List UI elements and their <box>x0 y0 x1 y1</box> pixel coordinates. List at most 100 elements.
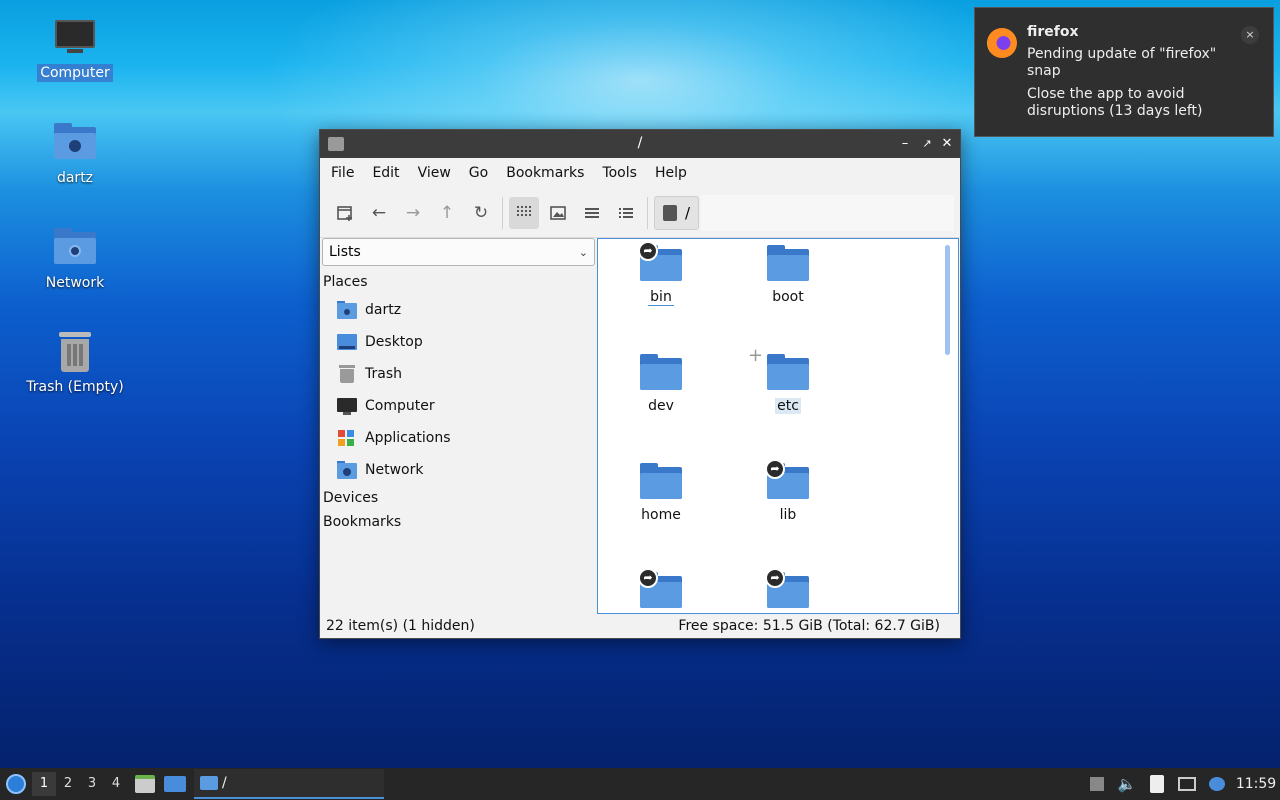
workspace-3[interactable]: 3 <box>80 772 104 796</box>
menu-view[interactable]: View <box>410 165 459 181</box>
workspace-2[interactable]: 2 <box>56 772 80 796</box>
lubuntu-logo-icon <box>6 774 26 794</box>
free-space: Free space: 51.5 GiB (Total: 62.7 GiB) <box>678 618 940 634</box>
menu-edit[interactable]: Edit <box>364 165 407 181</box>
show-desktop-icon <box>164 776 186 792</box>
detailed-list-view-button[interactable] <box>611 197 641 229</box>
desktop-icon-computer[interactable]: Computer <box>20 18 130 82</box>
arrow-up-icon: ↑ <box>439 202 455 223</box>
tray-up-arrow-button[interactable] <box>1082 771 1112 797</box>
sidebar-item-trash[interactable]: Trash <box>321 358 595 390</box>
minimize-button[interactable]: – <box>896 135 914 153</box>
file-manager-icon <box>135 775 155 793</box>
sidebar-item-applications[interactable]: Applications <box>321 422 595 454</box>
symlink-folder-icon: ➦ <box>765 459 809 499</box>
thumbnail-view-button[interactable] <box>543 197 573 229</box>
chevron-down-icon: ⌄ <box>578 245 588 259</box>
file-item-partial[interactable]: ➦ <box>606 568 716 608</box>
volume-button[interactable]: 🔈 <box>1112 771 1142 797</box>
sidebar-item-desktop[interactable]: Desktop <box>321 326 595 358</box>
network-wired-icon <box>1178 777 1196 791</box>
notification-summary: Pending update of "firefox" snap <box>1027 46 1217 79</box>
trash-icon <box>337 365 357 383</box>
up-button[interactable]: ↑ <box>432 197 462 229</box>
sidebar-item-network[interactable]: Network <box>321 454 595 486</box>
file-icon-view[interactable]: ➦ bin boot dev etc + home ➦ lib ➦ ➦ <box>597 238 959 614</box>
file-item-lib[interactable]: ➦ lib <box>733 459 843 523</box>
reload-icon: ↻ <box>473 202 489 223</box>
path-root-button[interactable]: / <box>654 195 700 230</box>
file-name: bin <box>648 289 674 306</box>
file-item-home[interactable]: home <box>606 463 716 523</box>
workspace-1[interactable]: 1 <box>32 772 56 796</box>
file-item-boot[interactable]: boot <box>733 245 843 305</box>
desktop-icon-dartz[interactable]: dartz <box>20 123 130 187</box>
item-count: 22 item(s) (1 hidden) <box>326 618 475 634</box>
desktop-icon-label: Computer <box>37 64 113 82</box>
icon-view-button[interactable] <box>509 196 539 229</box>
desktop-icon <box>337 333 357 351</box>
desktop-icon-label: dartz <box>56 170 94 186</box>
file-item-bin[interactable]: ➦ bin <box>606 241 716 306</box>
status-bar: 22 item(s) (1 hidden) Free space: 51.5 G… <box>320 614 960 638</box>
side-pane: Lists ⌄ Places dartz Desktop Trash Compu… <box>321 238 595 614</box>
file-item-dev[interactable]: dev <box>606 354 716 414</box>
menu-bar: File Edit View Go Bookmarks Tools Help <box>320 158 960 188</box>
reload-button[interactable]: ↻ <box>466 197 496 229</box>
file-manager-window: / – ↗ ✕ File Edit View Go Bookmarks Tool… <box>319 129 961 639</box>
trash-icon <box>53 332 97 374</box>
system-tray: 🔈 11:59 <box>1082 771 1280 797</box>
clock[interactable]: 11:59 <box>1232 776 1280 792</box>
toolbar: ← → ↑ ↻ / <box>320 188 960 238</box>
menu-help[interactable]: Help <box>647 165 695 181</box>
update-notifier-button[interactable] <box>1202 771 1232 797</box>
file-name: home <box>641 507 681 523</box>
bookmarks-header[interactable]: Bookmarks <box>321 510 595 534</box>
menu-file[interactable]: File <box>323 165 362 181</box>
network-folder-icon <box>337 461 357 479</box>
image-view-icon <box>550 205 566 220</box>
back-button[interactable]: ← <box>364 197 394 229</box>
new-tab-button[interactable] <box>330 197 360 229</box>
file-item-partial[interactable]: ➦ <box>733 568 843 608</box>
close-button[interactable]: ✕ <box>938 135 956 153</box>
menu-bookmarks[interactable]: Bookmarks <box>498 165 592 181</box>
start-menu-button[interactable] <box>0 768 32 800</box>
workspace-4[interactable]: 4 <box>104 772 128 796</box>
title-bar[interactable]: / – ↗ ✕ <box>320 130 960 158</box>
desktop-icon-trash[interactable]: Trash (Empty) <box>20 332 130 396</box>
sidebar-item-dartz[interactable]: dartz <box>321 294 595 326</box>
clipboard-icon <box>1150 775 1164 793</box>
firefox-icon <box>987 28 1017 58</box>
volume-icon: 🔈 <box>1117 775 1137 793</box>
side-pane-mode-select[interactable]: Lists ⌄ <box>322 238 595 266</box>
devices-header[interactable]: Devices <box>321 486 595 510</box>
notification-close-button[interactable]: × <box>1241 26 1259 44</box>
new-tab-icon <box>337 205 352 221</box>
menu-tools[interactable]: Tools <box>594 165 645 181</box>
forward-button[interactable]: → <box>398 197 428 229</box>
notification-popup[interactable]: firefox Pending update of "firefox" snap… <box>974 7 1274 137</box>
sidebar-item-label: Desktop <box>365 334 423 350</box>
compact-view-button[interactable] <box>577 197 607 229</box>
maximize-button[interactable]: ↗ <box>918 135 936 153</box>
clipboard-button[interactable] <box>1142 771 1172 797</box>
folder-icon <box>767 354 809 390</box>
side-pane-mode-value: Lists <box>329 244 361 260</box>
menu-go[interactable]: Go <box>461 165 496 181</box>
desktop-icon-network[interactable]: Network <box>20 228 130 292</box>
network-tray-button[interactable] <box>1172 771 1202 797</box>
path-bar-area <box>701 194 954 231</box>
path-label: / <box>685 203 691 222</box>
sidebar-item-label: Trash <box>365 366 402 382</box>
task-file-manager[interactable]: / <box>194 769 384 799</box>
vertical-scrollbar[interactable] <box>945 245 950 355</box>
sidebar-item-computer[interactable]: Computer <box>321 390 595 422</box>
taskbar: 1 2 3 4 / 🔈 11:59 <box>0 768 1280 800</box>
computer-icon <box>53 18 97 60</box>
home-folder-icon <box>53 123 97 165</box>
file-manager-launcher[interactable] <box>132 771 158 797</box>
show-desktop-button[interactable] <box>162 771 188 797</box>
task-label: / <box>222 775 227 791</box>
desktop-icon-label: Network <box>45 275 105 291</box>
